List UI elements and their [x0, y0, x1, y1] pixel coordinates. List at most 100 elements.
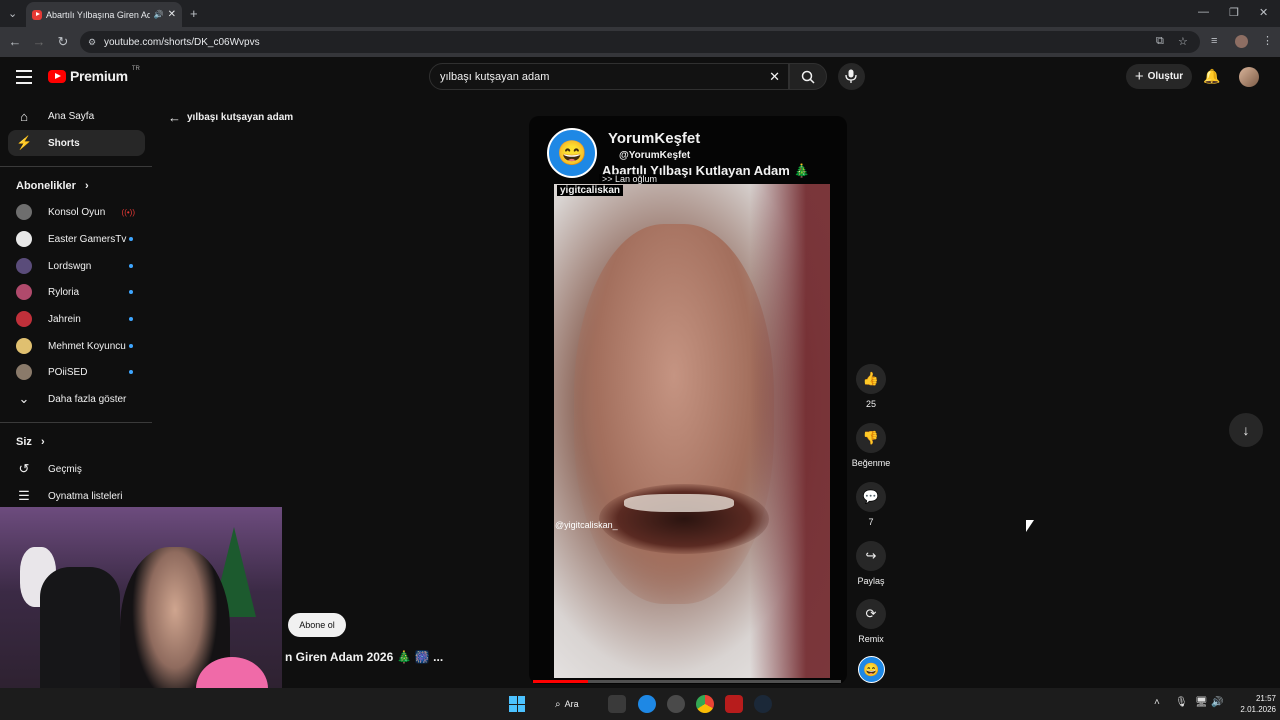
shorts-icon: ⚡ [16, 135, 33, 150]
back-icon[interactable]: ← [7, 33, 23, 51]
tab-search-icon[interactable]: ⌄ [8, 7, 17, 20]
search-icon [801, 70, 815, 84]
sidebar-item-shorts[interactable]: ⚡ Shorts [8, 130, 145, 156]
audio-icon[interactable]: 🔊 [154, 10, 164, 19]
bookmark-star-icon[interactable]: ☆ [1178, 35, 1188, 48]
sidebar-item-label: Jahrein [48, 313, 81, 325]
create-button[interactable]: + Oluştur [1126, 64, 1192, 89]
search-input[interactable]: yılbaşı kutşayan adam ✕ [429, 63, 789, 90]
browser-menu-icon[interactable]: ⋮ [1262, 34, 1273, 47]
url-text: youtube.com/shorts/DK_c06Wvpvs [104, 36, 260, 48]
history-icon: ↺ [18, 461, 30, 476]
comments-button[interactable]: 💬 7 [849, 482, 893, 527]
notifications-bell-icon[interactable]: 🔔 [1203, 68, 1220, 85]
minimize-icon[interactable]: — [1198, 6, 1209, 18]
logo-text: Premium [70, 68, 128, 84]
like-button[interactable]: 👍 25 [849, 364, 893, 409]
clock-time: 21:57 [1255, 694, 1276, 703]
sidebar-item-subscription[interactable]: POiiSED [8, 359, 145, 385]
show-more-button[interactable]: ⌄ Daha fazla göster [8, 386, 145, 412]
plus-icon: + [1134, 68, 1144, 85]
remix-button[interactable]: ⟳ Remix [849, 599, 893, 644]
media-control-icon[interactable]: ≡ [1211, 35, 1217, 47]
new-tab-icon[interactable]: + [190, 6, 198, 21]
sidebar-item-subscription[interactable]: Jahrein [8, 306, 145, 332]
sidebar-item-label: Easter GamersTv [48, 233, 127, 245]
reload-icon[interactable]: ↻ [55, 33, 71, 51]
like-count: 25 [865, 399, 876, 409]
sidebar-divider [0, 166, 152, 167]
thumbs-down-icon: 👎 [856, 423, 886, 453]
channel-avatar [16, 364, 32, 380]
share-icon: ↪ [856, 541, 886, 571]
taskbar-search[interactable]: ⌕ Ara [545, 694, 600, 714]
sidebar-item-subscription[interactable]: Lordswgn [8, 253, 145, 279]
voice-search-button[interactable] [838, 63, 865, 90]
account-avatar[interactable] [1239, 67, 1259, 87]
taskbar-search-label: Ara [564, 699, 579, 709]
windows-start-icon[interactable] [509, 696, 525, 712]
volume-icon[interactable]: 🔊 [1211, 697, 1223, 708]
edge-browser-icon[interactable] [638, 695, 656, 713]
back-query-text: yılbaşı kutşayan adam [187, 112, 294, 123]
search-value: yılbaşı kutşayan adam [440, 70, 550, 83]
channel-avatar [16, 338, 32, 354]
channel-avatar [16, 284, 32, 300]
you-section-title[interactable]: Siz › [16, 436, 45, 448]
forward-icon[interactable]: → [31, 33, 47, 51]
site-info-icon[interactable]: ⚙ [88, 37, 96, 48]
mic-tray-icon[interactable]: 🎙 [1175, 697, 1188, 708]
search-button[interactable] [789, 63, 827, 90]
remix-icon: ⟳ [856, 599, 886, 629]
channel-avatar [16, 311, 32, 327]
next-short-button[interactable]: ↓ [1229, 413, 1263, 447]
youtube-logo[interactable]: Premium TR [48, 66, 140, 84]
url-field[interactable]: ⚙ youtube.com/shorts/DK_c06Wvpvs [80, 31, 1200, 53]
sidebar-item-home[interactable]: ⌂ Ana Sayfa [8, 103, 145, 129]
thumbs-up-icon: 👍 [856, 364, 886, 394]
sidebar-item-playlists[interactable]: ☰ Oynatma listeleri [8, 483, 145, 509]
new-content-dot [129, 264, 133, 268]
close-window-icon[interactable]: ✕ [1259, 6, 1268, 19]
browser-tab[interactable]: Abartılı Yılbaşına Giren Ada 🔊 ✕ [26, 2, 182, 27]
back-to-results-link[interactable]: ← yılbaşı kutşayan adam [168, 110, 293, 125]
share-button[interactable]: ↪ Paylaş [849, 541, 893, 586]
sidebar-item-subscription[interactable]: Mehmet Koyuncu [8, 333, 145, 359]
chrome-browser-icon[interactable] [696, 695, 714, 713]
subscriptions-title[interactable]: Abonelikler › [16, 180, 89, 192]
sidebar-item-subscription[interactable]: Konsol Oyun ((•)) [8, 199, 145, 225]
clear-search-icon[interactable]: ✕ [769, 69, 780, 85]
profile-avatar-icon[interactable] [1235, 35, 1248, 48]
sidebar-item-label: POiiSED [48, 366, 88, 378]
subscribe-button[interactable]: Abone ol [288, 613, 346, 637]
video-progress-bar[interactable] [533, 680, 841, 683]
task-view-icon[interactable] [608, 695, 626, 713]
tab-close-icon[interactable]: ✕ [168, 9, 176, 20]
tray-chevron-up-icon[interactable]: ˄ [1154, 697, 1160, 708]
channel-avatar [16, 204, 32, 220]
playlists-icon: ☰ [18, 488, 30, 503]
restore-icon[interactable]: ❐ [1229, 6, 1239, 19]
taskbar-clock[interactable]: 21:57 2.01.2026 [1228, 693, 1276, 715]
sidebar-item-subscription[interactable]: Ryloria [8, 279, 145, 305]
short-title[interactable]: n Giren Adam 2026 🎄 🎆 ... [285, 650, 443, 664]
new-content-dot [129, 290, 133, 294]
sidebar-item-subscription[interactable]: Easter GamersTv [8, 226, 145, 252]
app-icon[interactable] [667, 695, 685, 713]
create-label: Oluştur [1147, 71, 1184, 82]
channel-avatar-button[interactable]: 😄 [858, 656, 885, 683]
menu-icon[interactable] [16, 70, 32, 84]
sidebar-divider [0, 422, 152, 423]
sidebar-item-label: Mehmet Koyuncu [48, 340, 126, 352]
dislike-button[interactable]: 👎 Beğenme [849, 423, 893, 468]
install-app-icon[interactable]: ⧉ [1156, 35, 1164, 48]
sidebar-item-label: Shorts [48, 137, 80, 149]
network-icon[interactable]: 🖥 [1195, 697, 1208, 708]
sidebar-item-history[interactable]: ↺ Geçmiş [8, 456, 145, 482]
video-caption: >> Lan oğlum [599, 174, 661, 184]
new-content-dot [129, 344, 133, 348]
comment-icon: 💬 [856, 482, 886, 512]
steam-icon[interactable] [754, 695, 772, 713]
streaming-app-icon[interactable] [725, 695, 743, 713]
sidebar-item-label: Ryloria [48, 286, 80, 298]
